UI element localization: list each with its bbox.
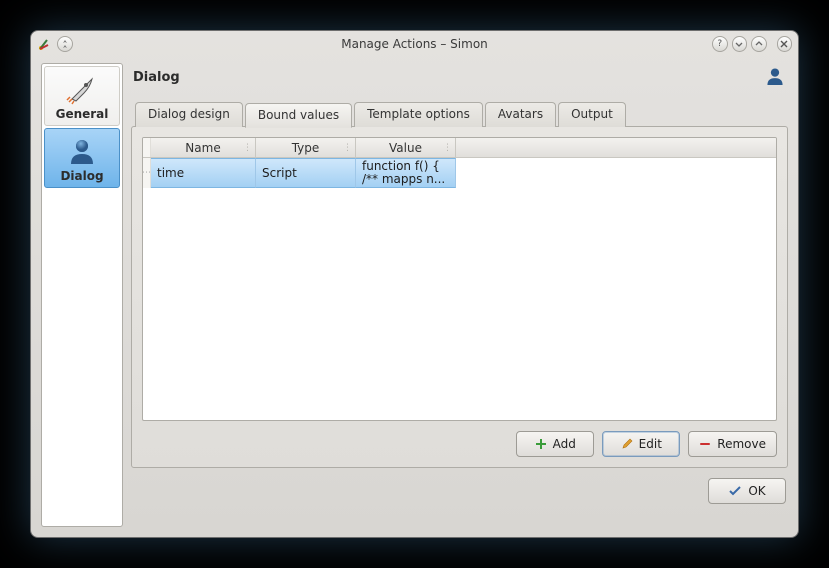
row-handle-icon[interactable]: ⋯: [143, 158, 151, 188]
check-icon: [728, 485, 742, 497]
tab-panel: Name⋮ Type⋮ Value⋮ ⋯ time Script functio…: [131, 126, 788, 468]
window-title: Manage Actions – Simon: [117, 37, 712, 51]
remove-button[interactable]: Remove: [688, 431, 777, 457]
cell-value: function f() { /** mapps n...: [356, 158, 456, 188]
tab-bound-values[interactable]: Bound values: [245, 103, 352, 128]
page-title: Dialog: [133, 70, 180, 85]
minus-icon: [699, 438, 711, 450]
pencil-icon: [621, 438, 633, 450]
tab-dialog-design[interactable]: Dialog design: [135, 102, 243, 127]
sidebar: General Dialog: [41, 63, 123, 527]
titlebar-pin-button[interactable]: [57, 36, 73, 52]
app-icon: [37, 36, 53, 52]
table-row[interactable]: ⋯ time Script function f() { /** mapps n…: [143, 158, 776, 188]
add-button[interactable]: Add: [516, 431, 594, 457]
rocket-icon: [66, 73, 98, 105]
window: Manage Actions – Simon ? General: [30, 30, 799, 538]
table-header: Name⋮ Type⋮ Value⋮: [143, 138, 776, 158]
sidebar-item-label: Dialog: [60, 169, 103, 183]
plus-icon: [535, 438, 547, 450]
maximize-button[interactable]: [751, 36, 767, 52]
user-icon: [66, 135, 98, 167]
tab-template-options[interactable]: Template options: [354, 102, 483, 127]
help-button[interactable]: ?: [712, 36, 728, 52]
edit-button[interactable]: Edit: [602, 431, 680, 457]
minimize-button[interactable]: [732, 36, 748, 52]
tab-avatars[interactable]: Avatars: [485, 102, 556, 127]
sidebar-item-label: General: [56, 107, 109, 121]
close-button[interactable]: [777, 36, 793, 52]
sidebar-item-general[interactable]: General: [44, 66, 120, 126]
bound-values-table[interactable]: Name⋮ Type⋮ Value⋮ ⋯ time Script functio…: [142, 137, 777, 421]
main-panel: Dialog Dialog design Bound values Templa…: [131, 63, 788, 527]
column-header-name[interactable]: Name⋮: [151, 138, 256, 157]
column-header-value[interactable]: Value⋮: [356, 138, 456, 157]
ok-button[interactable]: OK: [708, 478, 786, 504]
tabbar: Dialog design Bound values Template opti…: [131, 102, 788, 127]
sidebar-item-dialog[interactable]: Dialog: [44, 128, 120, 188]
column-header-type[interactable]: Type⋮: [256, 138, 356, 157]
cell-type: Script: [256, 158, 356, 188]
user-icon: [764, 65, 786, 90]
tab-output[interactable]: Output: [558, 102, 626, 127]
cell-name: time: [151, 158, 256, 188]
titlebar: Manage Actions – Simon ?: [31, 31, 798, 57]
